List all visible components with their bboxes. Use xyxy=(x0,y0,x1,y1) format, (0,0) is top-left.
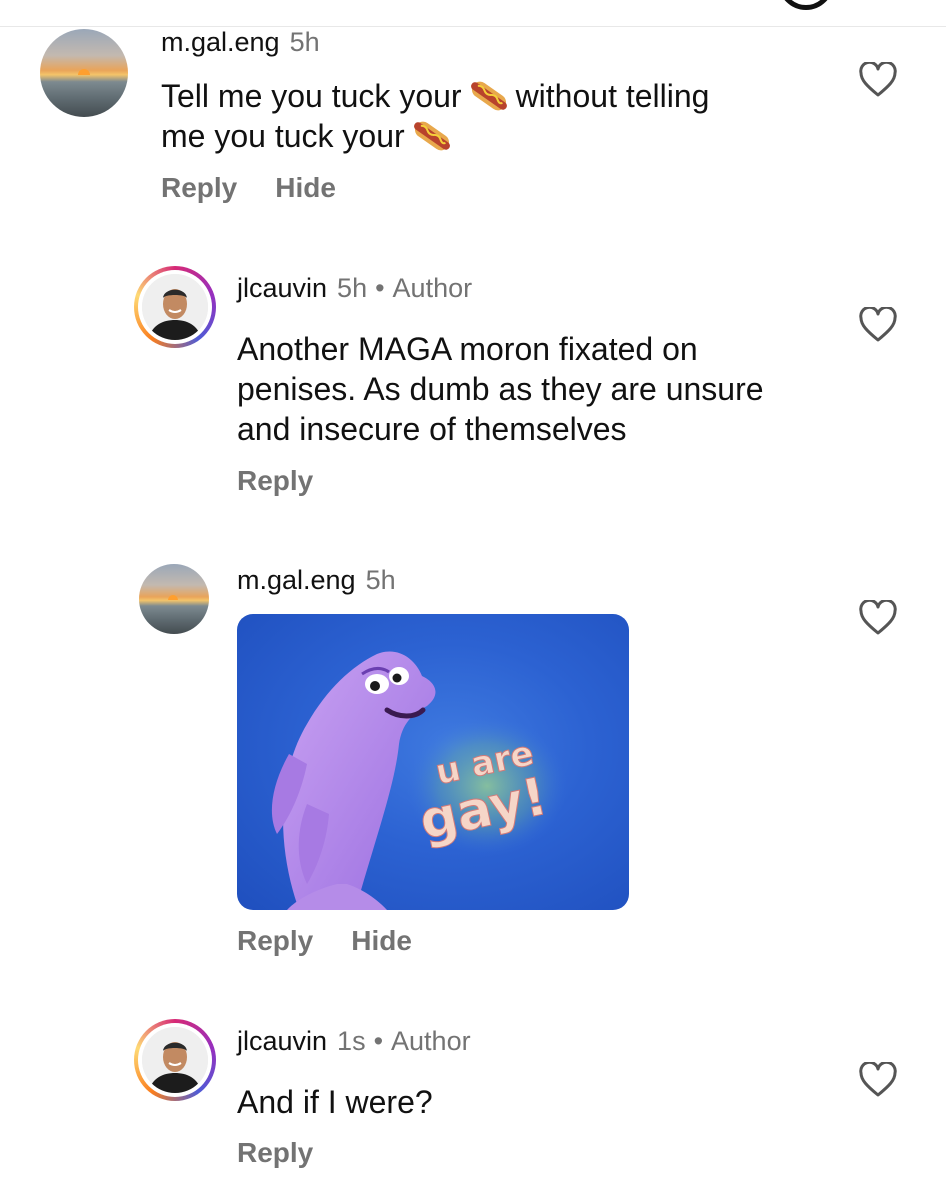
hide-button[interactable]: Hide xyxy=(351,925,412,956)
like-heart-icon[interactable] xyxy=(859,600,897,636)
author-badge: Author xyxy=(391,1026,471,1056)
avatar xyxy=(142,1027,208,1093)
author-badge: Author xyxy=(392,273,473,303)
reply-button[interactable]: Reply xyxy=(237,925,313,956)
comment-text-line-2: me you tuck your xyxy=(161,116,459,156)
reply-button[interactable]: Reply xyxy=(237,1137,313,1168)
like-heart-icon[interactable] xyxy=(859,307,897,343)
gif-attachment[interactable]: u are gay! xyxy=(237,614,629,910)
comment-actions: Reply xyxy=(237,1136,351,1170)
comment-text: And if I were? xyxy=(237,1084,433,1120)
like-heart-icon[interactable] xyxy=(859,62,897,98)
reply-button[interactable]: Reply xyxy=(161,172,237,203)
comment-actions: Reply Hide xyxy=(161,171,374,205)
timestamp: 5h xyxy=(365,565,396,595)
avatar-story-ring[interactable] xyxy=(134,266,216,348)
hide-button[interactable]: Hide xyxy=(275,172,336,203)
comment-meta: jlcauvin 1s • Author xyxy=(237,1026,471,1056)
username[interactable]: m.gal.eng xyxy=(161,27,280,57)
comment-meta: jlcauvin 5h • Author xyxy=(237,273,473,303)
timestamp: 5h xyxy=(289,27,320,57)
timestamp: 5h xyxy=(337,273,368,303)
timestamp: 1s xyxy=(337,1026,366,1056)
username[interactable]: m.gal.eng xyxy=(237,565,356,595)
comment-meta: m.gal.eng 5h xyxy=(161,25,320,59)
username[interactable]: jlcauvin xyxy=(237,273,327,303)
profile-circle-icon[interactable] xyxy=(778,0,834,10)
like-heart-icon[interactable] xyxy=(859,1062,897,1098)
username[interactable]: jlcauvin xyxy=(237,1026,327,1056)
comment-text: Tell me you tuck your without telling xyxy=(161,78,710,114)
avatar[interactable] xyxy=(40,29,128,117)
avatar xyxy=(142,274,208,340)
comment-text-line-1: Another MAGA moron fixated on xyxy=(237,331,698,367)
comment-actions: Reply Hide xyxy=(237,924,450,958)
hotdog-icon xyxy=(468,79,510,113)
top-bar xyxy=(0,0,946,27)
reply-button[interactable]: Reply xyxy=(237,465,313,496)
comment-text-line-3: and insecure of themselves xyxy=(237,411,627,447)
avatar-story-ring[interactable] xyxy=(134,1019,216,1101)
comment-meta: m.gal.eng 5h xyxy=(237,563,396,597)
hotdog-icon xyxy=(411,119,453,153)
avatar[interactable] xyxy=(139,564,209,634)
comment-text-line-2: penises. As dumb as they are unsure xyxy=(237,371,764,407)
comment-actions: Reply xyxy=(237,464,351,498)
